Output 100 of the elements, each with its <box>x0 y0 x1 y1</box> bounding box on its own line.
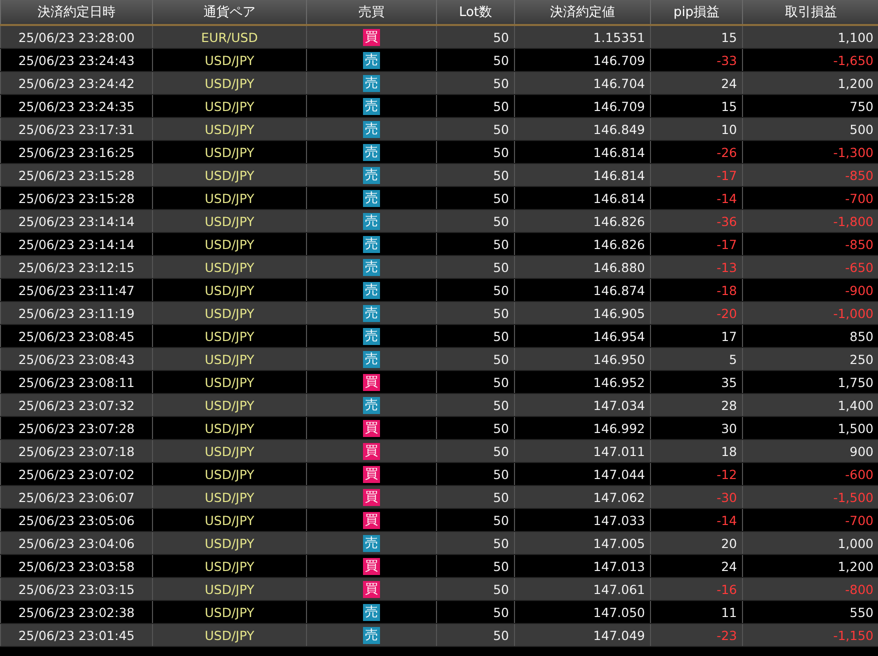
profit-cell: 900 <box>742 440 878 462</box>
pair-cell: USD/JPY <box>152 486 306 508</box>
time-cell: 25/06/23 23:16:25 <box>0 140 152 164</box>
column-header[interactable]: 通貨ペア <box>152 0 306 25</box>
lot-cell: 50 <box>436 462 514 486</box>
lot-cell: 50 <box>436 370 514 394</box>
pair-cell: USD/JPY <box>152 578 306 600</box>
pip-cell: 30 <box>650 416 742 440</box>
pair-cell: USD/JPY <box>152 348 306 370</box>
side-badge: 買 <box>363 512 380 529</box>
price-cell: 146.814 <box>514 186 650 210</box>
column-header[interactable]: pip損益 <box>650 0 742 25</box>
price-cell: 146.954 <box>514 324 650 348</box>
side-badge: 買 <box>363 374 380 391</box>
time-cell: 25/06/23 23:07:18 <box>0 440 152 462</box>
pair-cell: USD/JPY <box>152 302 306 324</box>
pair-cell: USD/JPY <box>152 186 306 210</box>
lot-cell: 50 <box>436 25 514 48</box>
pair-cell: USD/JPY <box>152 508 306 532</box>
price-cell: 146.826 <box>514 210 650 232</box>
side-badge: 売 <box>363 304 380 322</box>
time-cell: 25/06/23 23:06:07 <box>0 486 152 508</box>
price-cell: 146.874 <box>514 278 650 302</box>
pip-cell: 18 <box>650 440 742 462</box>
side-badge: 売 <box>363 534 380 552</box>
pip-cell: -17 <box>650 164 742 186</box>
profit-cell: -650 <box>742 256 878 278</box>
pair-cell: USD/JPY <box>152 554 306 578</box>
price-cell: 147.011 <box>514 440 650 462</box>
profit-cell: 1,100 <box>742 25 878 48</box>
time-cell: 25/06/23 23:03:15 <box>0 578 152 600</box>
lot-cell: 50 <box>436 186 514 210</box>
pip-cell: 24 <box>650 554 742 578</box>
time-cell: 25/06/23 23:24:35 <box>0 94 152 118</box>
time-cell: 25/06/23 23:11:19 <box>0 302 152 324</box>
price-cell: 146.880 <box>514 256 650 278</box>
column-header[interactable]: Lot数 <box>436 0 514 25</box>
pair-cell: EUR/USD <box>152 25 306 48</box>
pip-cell: 10 <box>650 118 742 140</box>
column-header[interactable]: 売買 <box>306 0 436 25</box>
column-header[interactable]: 決済約定値 <box>514 0 650 25</box>
time-cell: 25/06/23 23:05:06 <box>0 508 152 532</box>
profit-cell: -1,650 <box>742 48 878 72</box>
profit-cell: -1,000 <box>742 302 878 324</box>
side-badge: 買 <box>363 488 380 506</box>
pair-cell: USD/JPY <box>152 232 306 256</box>
time-cell: 25/06/23 23:07:32 <box>0 394 152 416</box>
lot-cell: 50 <box>436 302 514 324</box>
lot-cell: 50 <box>436 140 514 164</box>
lot-cell: 50 <box>436 232 514 256</box>
time-cell: 25/06/23 23:15:28 <box>0 164 152 186</box>
pip-cell: -16 <box>650 578 742 600</box>
pip-cell: 5 <box>650 348 742 370</box>
profit-cell: -1,800 <box>742 210 878 232</box>
side-badge: 買 <box>363 558 380 575</box>
column-header[interactable]: 決済約定日時 <box>0 0 152 25</box>
lot-cell: 50 <box>436 532 514 554</box>
pair-cell: USD/JPY <box>152 94 306 118</box>
price-cell: 146.905 <box>514 302 650 324</box>
price-cell: 147.049 <box>514 624 650 646</box>
pair-cell: USD/JPY <box>152 48 306 72</box>
column-header[interactable]: 取引損益 <box>742 0 878 25</box>
side-badge: 売 <box>363 166 380 184</box>
pip-cell: -20 <box>650 302 742 324</box>
price-cell: 147.013 <box>514 554 650 578</box>
profit-cell: -850 <box>742 232 878 256</box>
pip-cell: 24 <box>650 72 742 94</box>
time-cell: 25/06/23 23:14:14 <box>0 232 152 256</box>
side-badge: 売 <box>363 258 380 276</box>
price-cell: 146.826 <box>514 232 650 256</box>
side-badge: 売 <box>363 396 380 414</box>
side-badge: 売 <box>363 144 380 161</box>
price-cell: 146.704 <box>514 72 650 94</box>
time-cell: 25/06/23 23:04:06 <box>0 532 152 554</box>
pair-cell: USD/JPY <box>152 118 306 140</box>
lot-cell: 50 <box>436 624 514 646</box>
lot-cell: 50 <box>436 324 514 348</box>
pip-cell: 35 <box>650 370 742 394</box>
lot-cell: 50 <box>436 578 514 600</box>
lot-cell: 50 <box>436 164 514 186</box>
price-cell: 147.050 <box>514 600 650 624</box>
profit-cell: 1,200 <box>742 554 878 578</box>
pair-cell: USD/JPY <box>152 140 306 164</box>
pair-cell: USD/JPY <box>152 624 306 646</box>
pip-cell: -33 <box>650 48 742 72</box>
price-cell: 146.709 <box>514 48 650 72</box>
profit-cell: 1,000 <box>742 532 878 554</box>
profit-cell: 1,400 <box>742 394 878 416</box>
lot-cell: 50 <box>436 256 514 278</box>
pair-cell: USD/JPY <box>152 210 306 232</box>
pip-cell: 20 <box>650 532 742 554</box>
price-cell: 1.15351 <box>514 25 650 48</box>
pair-cell: USD/JPY <box>152 532 306 554</box>
side-badge: 買 <box>363 420 380 437</box>
side-badge: 売 <box>363 282 380 299</box>
profit-cell: 1,200 <box>742 72 878 94</box>
pair-cell: USD/JPY <box>152 164 306 186</box>
time-cell: 25/06/23 23:14:14 <box>0 210 152 232</box>
time-cell: 25/06/23 23:15:28 <box>0 186 152 210</box>
profit-cell: -800 <box>742 578 878 600</box>
